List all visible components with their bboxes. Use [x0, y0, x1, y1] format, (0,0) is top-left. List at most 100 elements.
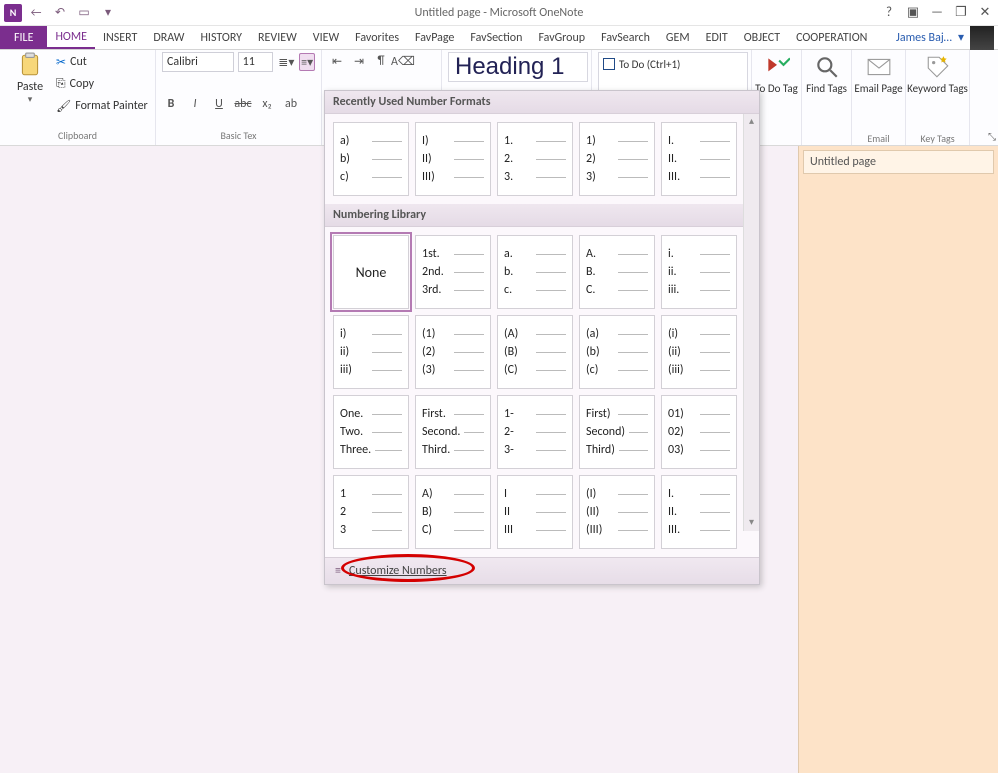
tab-edit[interactable]: EDIT: [698, 26, 736, 49]
tag-star-icon: [925, 54, 951, 80]
signed-in-user[interactable]: James Baj… ▾: [896, 26, 998, 49]
search-icon: [814, 54, 840, 80]
numbering-option[interactable]: (1)(2)(3): [415, 315, 491, 389]
numbering-option[interactable]: I.II.III.: [661, 475, 737, 549]
tab-favorites[interactable]: Favorites: [347, 26, 407, 49]
dropdown-scrollbar[interactable]: ▴▾: [743, 114, 759, 531]
styles-gallery[interactable]: Heading 1: [448, 52, 588, 82]
numbering-option[interactable]: a)b)c): [333, 122, 409, 196]
page-tabs-panel: Untitled page: [798, 146, 998, 773]
subscript-button[interactable]: x₂: [258, 95, 276, 113]
tab-favsection[interactable]: FavSection: [462, 26, 530, 49]
paste-button[interactable]: Paste ▾: [6, 52, 54, 105]
numbering-option[interactable]: (a)(b)(c): [579, 315, 655, 389]
numbering-option[interactable]: I.II.III.: [661, 122, 737, 196]
recent-formats-grid: a)b)c)I)II)III)1.2.3.1)2)3)I.II.III.: [325, 114, 759, 204]
numbering-option[interactable]: (I)(II)(III): [579, 475, 655, 549]
find-tags-button[interactable]: Find Tags: [802, 50, 852, 145]
italic-button[interactable]: I: [186, 95, 204, 113]
chevron-down-icon: ▾: [105, 5, 111, 20]
numbering-option[interactable]: 1.2.3.: [497, 122, 573, 196]
onenote-app-icon: N: [4, 4, 22, 22]
numbering-option[interactable]: 123: [333, 475, 409, 549]
indent-button[interactable]: ⇥: [350, 52, 368, 70]
copy-button[interactable]: ⎘Copy: [56, 74, 148, 94]
qat-back-button[interactable]: ←: [26, 3, 46, 23]
bullets-button[interactable]: ≣▾: [277, 53, 295, 71]
numbering-option[interactable]: I)II)III): [415, 122, 491, 196]
numbering-option[interactable]: i.ii.iii.: [661, 235, 737, 309]
fullscreen-button[interactable]: ▣: [904, 5, 922, 20]
tab-cooperation[interactable]: COOPERATION: [788, 26, 875, 49]
page-tab-untitled[interactable]: Untitled page: [803, 150, 994, 174]
font-name-value: Calibri: [167, 55, 198, 69]
title-bar: N ← ↶ ▭ ▾ Untitled page - Microsoft OneN…: [0, 0, 998, 26]
numbering-option[interactable]: 1st.2nd.3rd.: [415, 235, 491, 309]
numbering-option[interactable]: One.Two.Three.: [333, 395, 409, 469]
find-tags-label: Find Tags: [806, 82, 847, 95]
tab-favgroup[interactable]: FavGroup: [530, 26, 593, 49]
numbering-option[interactable]: (A)(B)(C): [497, 315, 573, 389]
numbering-button[interactable]: ≡▾: [299, 53, 315, 71]
tab-review[interactable]: REVIEW: [250, 26, 305, 49]
email-page-button[interactable]: Email Page Email: [852, 50, 906, 145]
numbering-option[interactable]: a.b.c.: [497, 235, 573, 309]
numbering-option[interactable]: i)ii)iii): [333, 315, 409, 389]
font-name-combo[interactable]: Calibri: [162, 52, 234, 72]
tab-home[interactable]: HOME: [47, 26, 95, 49]
numbering-library-grid: None1st.2nd.3rd.a.b.c.A.B.C.i.ii.iii. i)i…: [325, 227, 759, 557]
underline-button[interactable]: U: [210, 95, 228, 113]
keyword-tags-label: Keyword Tags: [907, 82, 968, 95]
clipboard-group-label: Clipboard: [6, 129, 149, 143]
outdent-button[interactable]: ⇤: [328, 52, 346, 70]
strike-button[interactable]: abc: [234, 95, 252, 113]
numbering-option-none[interactable]: None: [333, 235, 409, 309]
help-button[interactable]: ?: [880, 5, 898, 20]
font-size-combo[interactable]: 11: [238, 52, 274, 72]
customize-numbers-link[interactable]: Customize Numbers: [349, 564, 447, 578]
keyword-tags-button[interactable]: Keyword Tags Key Tags: [906, 50, 970, 145]
restore-button[interactable]: ❐: [952, 5, 970, 20]
qat-undo-button[interactable]: ↶: [50, 3, 70, 23]
numbering-option[interactable]: (i)(ii)(iii): [661, 315, 737, 389]
collapse-ribbon-button[interactable]: ⤡: [988, 130, 996, 143]
flag-check-icon: [764, 54, 790, 80]
format-painter-button[interactable]: 🖌Format Painter: [56, 96, 148, 116]
numbering-option[interactable]: First.Second.Third.: [415, 395, 491, 469]
cut-button[interactable]: ✂Cut: [56, 52, 148, 72]
checkbox-icon: [603, 58, 615, 70]
tab-view[interactable]: VIEW: [305, 26, 347, 49]
copy-icon: ⎘: [56, 77, 66, 91]
qat-customize-button[interactable]: ▾: [98, 3, 118, 23]
back-icon: ←: [31, 6, 42, 20]
clear-format-button[interactable]: A⌫: [394, 52, 412, 70]
qat-touchmode-button[interactable]: ▭: [74, 3, 94, 23]
paintbrush-icon: 🖌: [56, 99, 71, 114]
tab-object[interactable]: OBJECT: [736, 26, 788, 49]
numbering-option[interactable]: 1-2-3-: [497, 395, 573, 469]
chevron-down-icon: ▾: [958, 30, 964, 45]
tab-insert[interactable]: INSERT: [95, 26, 145, 49]
cut-label: Cut: [70, 55, 87, 69]
close-button[interactable]: ✕: [976, 5, 994, 20]
paste-label: Paste: [17, 80, 43, 94]
bold-button[interactable]: B: [162, 95, 180, 113]
undo-icon: ↶: [55, 5, 65, 20]
tab-favpage[interactable]: FavPage: [407, 26, 462, 49]
minimize-button[interactable]: —: [928, 5, 946, 20]
tab-favsearch[interactable]: FavSearch: [593, 26, 658, 49]
numbering-option[interactable]: 1)2)3): [579, 122, 655, 196]
tab-gem[interactable]: GEM: [658, 26, 698, 49]
paragraph-button[interactable]: ¶: [372, 52, 390, 70]
numbering-option[interactable]: A.B.C.: [579, 235, 655, 309]
tab-draw[interactable]: DRAW: [145, 26, 192, 49]
numbering-option[interactable]: 01)02)03): [661, 395, 737, 469]
tab-file[interactable]: FILE: [0, 26, 47, 49]
numbering-option[interactable]: IIIIII: [497, 475, 573, 549]
numbering-option[interactable]: First)Second)Third): [579, 395, 655, 469]
clipboard-icon: [17, 52, 43, 78]
highlight-button[interactable]: ab: [282, 95, 300, 113]
numbering-option[interactable]: A)B)C): [415, 475, 491, 549]
tab-history[interactable]: HISTORY: [192, 26, 250, 49]
basic-text-group-label: Basic Tex: [162, 129, 315, 143]
